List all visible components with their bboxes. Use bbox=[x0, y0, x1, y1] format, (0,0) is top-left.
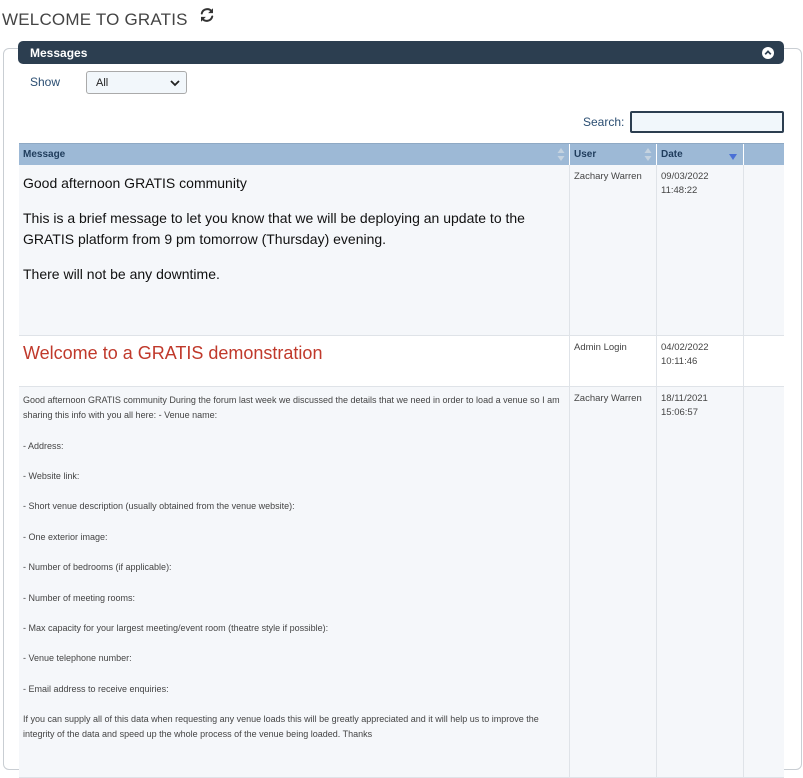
message-text: This is a brief message to let you know … bbox=[23, 210, 525, 247]
sort-icon bbox=[557, 148, 565, 161]
column-header-label: Message bbox=[23, 149, 66, 160]
message-text: - Number of bedrooms (if applicable): bbox=[23, 562, 172, 573]
user-cell: Admin Login bbox=[570, 336, 657, 386]
show-filter-value: All bbox=[96, 76, 109, 89]
message-text: If you can supply all of this data when … bbox=[23, 714, 539, 740]
date-cell: 09/03/2022 11:48:22 bbox=[657, 165, 744, 335]
message-cell: Good afternoon GRATIS community During t… bbox=[19, 387, 570, 777]
date-cell: 04/02/2022 10:11:46 bbox=[657, 336, 744, 386]
page-title: WELCOME TO GRATIS bbox=[2, 10, 188, 29]
messages-panel-header: Messages bbox=[18, 41, 784, 64]
user-cell: Zachary Warren bbox=[570, 387, 657, 777]
refresh-icon[interactable] bbox=[198, 6, 216, 24]
column-header-user[interactable]: User bbox=[570, 144, 657, 165]
column-header-label: Date bbox=[661, 149, 683, 160]
table-header: Message User Date bbox=[19, 143, 784, 165]
panel-title: Messages bbox=[30, 45, 88, 60]
column-header-label: User bbox=[574, 149, 597, 160]
message-date: 04/02/2022 bbox=[661, 342, 709, 353]
show-filter-select[interactable]: All bbox=[86, 71, 187, 94]
page-header: WELCOME TO GRATIS bbox=[2, 6, 216, 30]
message-time: 10:11:46 bbox=[661, 356, 698, 367]
message-text: - Max capacity for your largest meeting/… bbox=[23, 622, 329, 633]
table-row[interactable]: Welcome to a GRATIS demonstration Admin … bbox=[19, 336, 784, 387]
message-text: - Website link: bbox=[23, 470, 80, 481]
message-date: 09/03/2022 bbox=[661, 171, 709, 182]
message-time: 11:48:22 bbox=[661, 185, 698, 196]
column-header-message[interactable]: Message bbox=[19, 144, 570, 165]
message-text: - Short venue description (usually obtai… bbox=[23, 501, 295, 512]
message-text: - Venue telephone number: bbox=[23, 653, 132, 664]
spacer-cell bbox=[744, 336, 784, 386]
message-cell: Welcome to a GRATIS demonstration bbox=[19, 336, 570, 386]
column-header-spacer bbox=[744, 144, 784, 165]
message-text: - Email address to receive enquiries: bbox=[23, 683, 169, 694]
table-row[interactable]: Good afternoon GRATIS community This is … bbox=[19, 165, 784, 336]
search-input[interactable] bbox=[630, 111, 784, 133]
message-date: 18/11/2021 bbox=[661, 393, 708, 404]
chevron-up-circle-icon[interactable] bbox=[762, 46, 774, 59]
message-cell: Good afternoon GRATIS community This is … bbox=[19, 165, 570, 335]
user-cell: Zachary Warren bbox=[570, 165, 657, 335]
message-title: Welcome to a GRATIS demonstration bbox=[23, 343, 323, 363]
user-name: Admin Login bbox=[574, 342, 627, 353]
spacer-cell bbox=[744, 165, 784, 335]
show-label: Show bbox=[30, 75, 61, 89]
table-row[interactable]: Good afternoon GRATIS community During t… bbox=[19, 387, 784, 778]
sort-icon bbox=[644, 148, 652, 161]
messages-table: Message User Date Good afternoon GRATIS … bbox=[19, 143, 784, 778]
user-name: Zachary Warren bbox=[574, 171, 642, 182]
date-cell: 18/11/2021 15:06:57 bbox=[657, 387, 744, 777]
sort-descending-icon bbox=[729, 154, 737, 160]
message-text: Good afternoon GRATIS community bbox=[23, 175, 247, 191]
message-time: 15:06:57 bbox=[661, 407, 698, 418]
message-text: Good afternoon GRATIS community During t… bbox=[23, 395, 560, 421]
spacer-cell bbox=[744, 387, 784, 777]
message-text: There will not be any downtime. bbox=[23, 266, 220, 282]
column-header-date[interactable]: Date bbox=[657, 144, 744, 165]
chevron-down-icon bbox=[170, 79, 180, 86]
message-text: - One exterior image: bbox=[23, 531, 108, 542]
message-text: - Address: bbox=[23, 440, 64, 451]
search-label: Search: bbox=[583, 115, 625, 129]
user-name: Zachary Warren bbox=[574, 393, 642, 404]
message-text: - Number of meeting rooms: bbox=[23, 592, 136, 603]
